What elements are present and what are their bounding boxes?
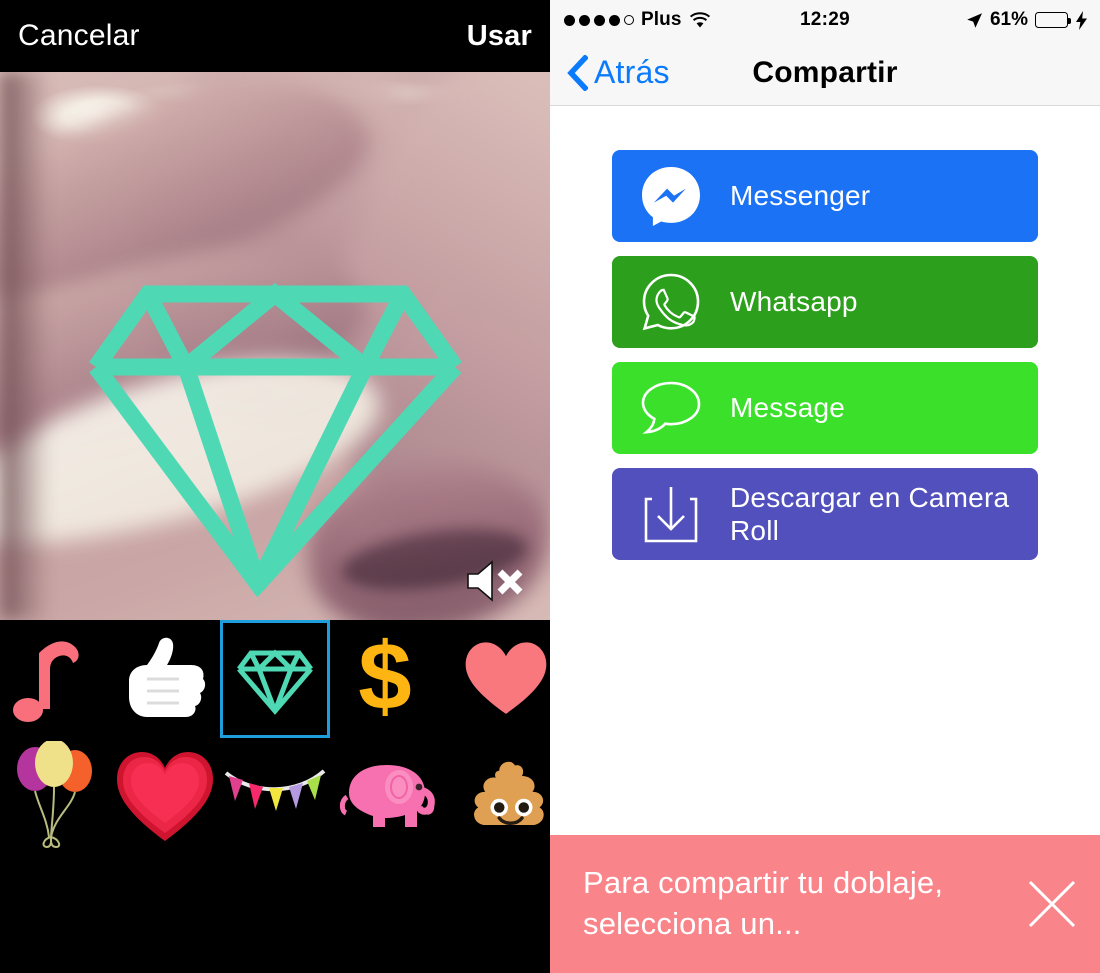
share-options-list: Messenger Whatsapp Message Descargar en …	[550, 106, 1100, 560]
heart-icon	[117, 752, 213, 841]
share-whatsapp-button[interactable]: Whatsapp	[612, 256, 1038, 348]
share-message-label: Message	[730, 392, 846, 424]
diamond-sticker[interactable]	[220, 620, 330, 738]
navigation-bar: Atrás Compartir	[550, 40, 1100, 106]
share-whatsapp-label: Whatsapp	[730, 286, 858, 318]
messenger-icon	[612, 164, 730, 228]
thumbs-up-icon	[129, 637, 206, 717]
toast-message: Para compartir tu doblaje, selecciona un…	[583, 865, 944, 941]
whatsapp-icon	[612, 271, 730, 333]
share-messenger-label: Messenger	[730, 180, 871, 212]
thumbs-up-sticker[interactable]	[110, 620, 220, 738]
red-heart-sticker[interactable]	[110, 738, 220, 856]
status-bar-right: 61%	[966, 0, 1088, 40]
back-button[interactable]: Atrás	[550, 54, 670, 91]
elephant-icon	[339, 765, 435, 827]
back-button-label: Atrás	[594, 54, 670, 90]
share-download-button[interactable]: Descargar en Camera Roll	[612, 468, 1038, 560]
toast-banner: Para compartir tu doblaje, selecciona un…	[550, 835, 1100, 973]
use-button[interactable]: Usar	[467, 20, 532, 53]
video-preview[interactable]	[0, 72, 550, 620]
close-x-icon	[1028, 880, 1076, 928]
status-bar: Plus 12:29 61%	[550, 0, 1100, 40]
pink-elephant-sticker[interactable]	[330, 738, 440, 856]
bunting-icon	[224, 769, 326, 811]
lightning-bolt-icon	[1076, 10, 1087, 30]
diamond-overlay-sticker[interactable]	[0, 72, 550, 620]
poop-icon	[474, 761, 544, 825]
chevron-left-icon	[567, 54, 588, 91]
editor-toolbar: Cancelar Usar	[0, 0, 550, 72]
battery-icon	[1035, 12, 1071, 28]
share-panel: Plus 12:29 61% Atrás Compartir Messenger…	[550, 0, 1100, 973]
diamond-icon	[237, 649, 313, 715]
dollar-sign-sticker[interactable]: $	[330, 620, 440, 738]
sticker-tray[interactable]: $	[0, 620, 550, 973]
dollar-sign-icon: $	[358, 629, 411, 729]
heart-icon	[465, 642, 547, 714]
music-note-sticker[interactable]	[0, 620, 110, 738]
music-note-icon	[13, 641, 79, 722]
balloons-icon	[17, 741, 92, 849]
share-message-button[interactable]: Message	[612, 362, 1038, 454]
app-screen: Cancelar Usar $ Plus 12:29 61% Atrás Com…	[0, 0, 1100, 973]
speaker-mute-icon[interactable]	[464, 556, 528, 606]
balloons-sticker[interactable]	[0, 738, 110, 856]
share-messenger-button[interactable]: Messenger	[612, 150, 1038, 242]
battery-percent-label: 61%	[989, 9, 1028, 30]
cancel-button[interactable]: Cancelar	[18, 19, 140, 53]
location-arrow-icon	[967, 12, 982, 28]
message-bubble-icon	[612, 378, 730, 438]
svg-text:$: $	[358, 629, 411, 729]
pink-heart-sticker[interactable]	[440, 620, 550, 738]
clock-label: 12:29	[799, 9, 851, 30]
party-bunting-sticker[interactable]	[220, 738, 330, 856]
download-icon	[612, 483, 730, 545]
toast-close-button[interactable]	[1004, 876, 1100, 932]
share-download-label: Descargar en Camera Roll	[730, 481, 1010, 546]
poop-sticker[interactable]	[440, 738, 550, 856]
video-editor-panel: Cancelar Usar $	[0, 0, 550, 973]
